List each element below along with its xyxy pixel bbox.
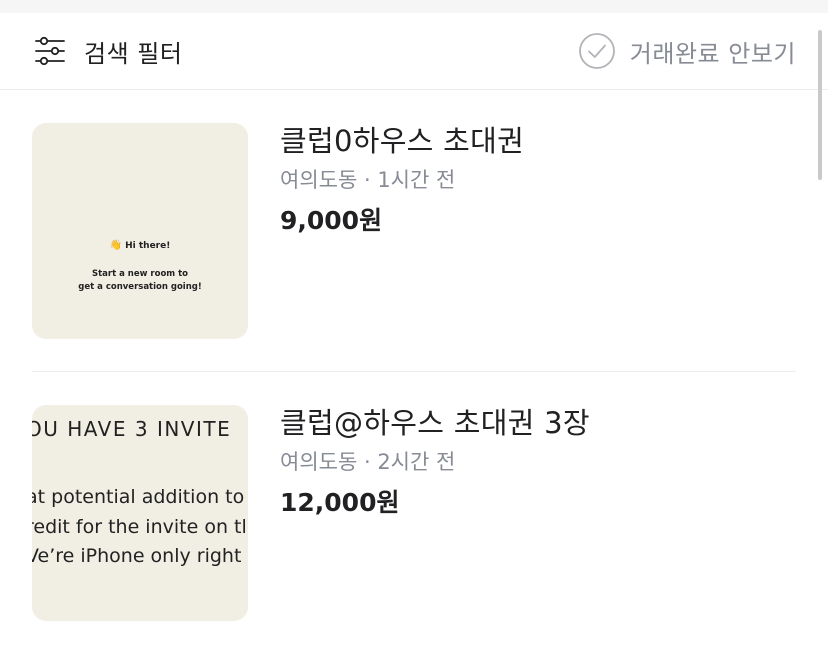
item-location: 여의도동 xyxy=(280,450,358,474)
top-strip xyxy=(0,0,828,13)
list-item[interactable]: OU HAVE 3 INVITE at potential addition t… xyxy=(32,405,796,621)
item-location: 여의도동 xyxy=(280,168,358,192)
item-info: 클럽@하우스 초대권 3장 여의도동 · 2시간 전 12,000원 xyxy=(280,405,796,519)
hide-sold-toggle[interactable]: 거래완료 안보기 xyxy=(578,32,796,70)
item-price: 12,000원 xyxy=(280,488,400,517)
item-time: 2시간 전 xyxy=(377,450,456,474)
search-filter-button[interactable]: 검색 필터 xyxy=(34,34,182,68)
scrollbar[interactable] xyxy=(818,30,822,180)
item-thumbnail: 👋 Hi there! Start a new room to get a con… xyxy=(32,123,248,339)
divider xyxy=(32,371,796,372)
item-title: 클럽@하우스 초대권 3장 xyxy=(280,406,590,440)
meta-separator: · xyxy=(357,450,378,474)
page: 검색 필터 거래완료 안보기 👋 Hi there! Start a new ro… xyxy=(0,0,828,647)
item-thumbnail: OU HAVE 3 INVITE at potential addition t… xyxy=(32,405,248,621)
thumbnail-message: Start a new room to get a conversation g… xyxy=(78,269,202,292)
waving-hand-icon: 👋 xyxy=(109,240,123,251)
hide-sold-label: 거래완료 안보기 xyxy=(629,39,796,68)
thumbnail-heading: OU HAVE 3 INVITE xyxy=(32,417,232,441)
list-item[interactable]: 👋 Hi there! Start a new room to get a con… xyxy=(32,123,796,339)
item-price: 9,000원 xyxy=(280,206,383,235)
check-circle-icon xyxy=(578,33,615,69)
meta-separator: · xyxy=(357,168,378,192)
sliders-icon xyxy=(35,36,65,66)
item-meta: 여의도동 · 2시간 전 xyxy=(280,448,796,476)
search-filter-label: 검색 필터 xyxy=(84,39,183,68)
item-time: 1시간 전 xyxy=(377,168,456,192)
filter-bar: 검색 필터 거래완료 안보기 xyxy=(0,13,828,90)
thumbnail-text: at potential addition to redit for the i… xyxy=(32,486,247,567)
item-meta: 여의도동 · 1시간 전 xyxy=(280,166,796,194)
item-title: 클럽0하우스 초대권 xyxy=(280,124,525,158)
thumbnail-greeting: 👋 Hi there! xyxy=(109,240,171,251)
item-info: 클럽0하우스 초대권 여의도동 · 1시간 전 9,000원 xyxy=(280,123,796,237)
